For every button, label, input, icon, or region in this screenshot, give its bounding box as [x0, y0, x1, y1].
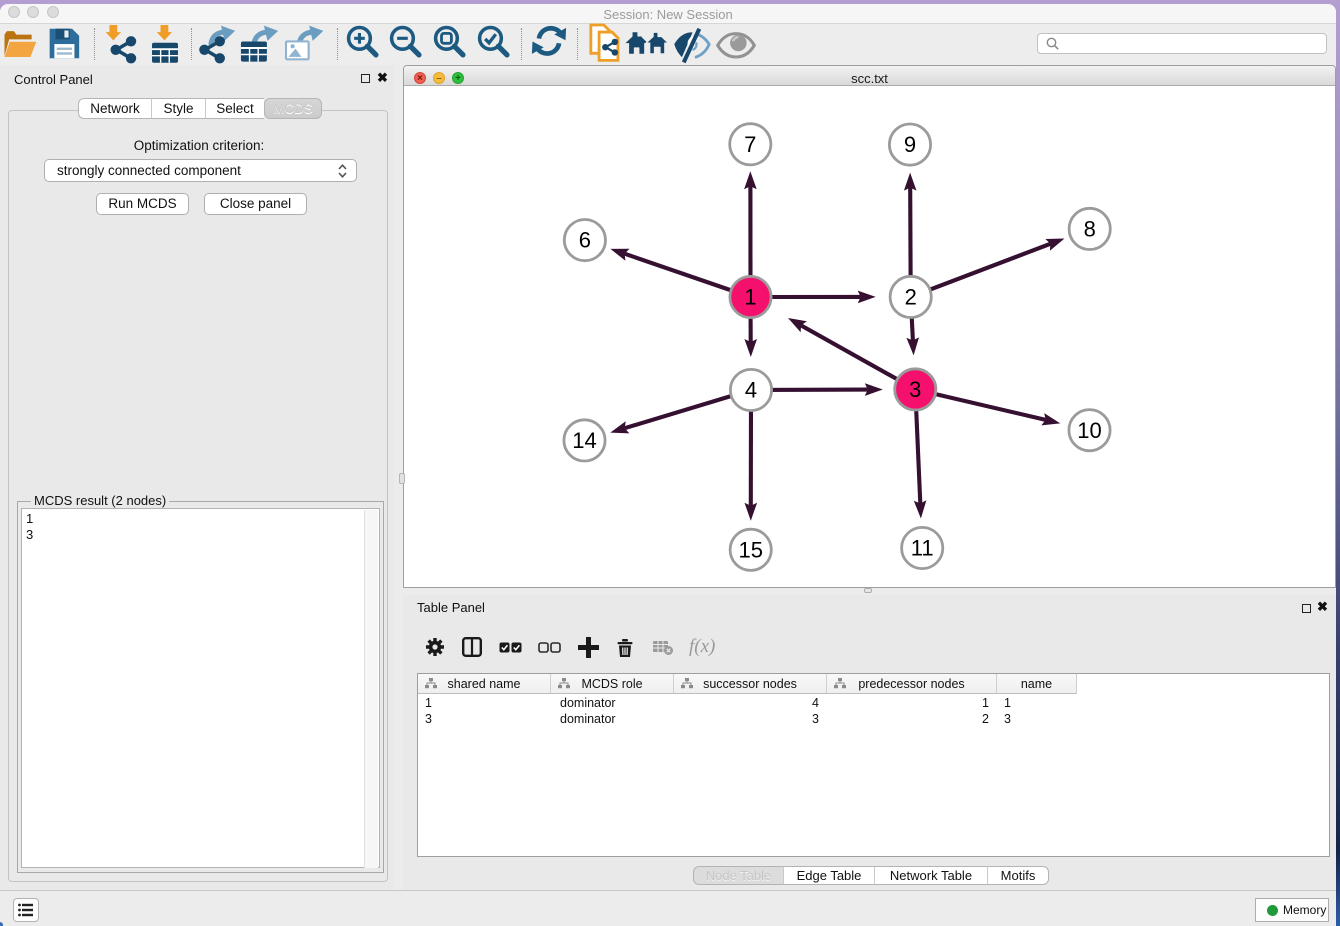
svg-text:2: 2 — [905, 285, 917, 310]
svg-text:3: 3 — [909, 377, 921, 402]
svg-text:1: 1 — [744, 285, 756, 310]
svg-text:15: 15 — [738, 537, 762, 562]
svg-text:7: 7 — [744, 132, 756, 157]
svg-text:8: 8 — [1084, 217, 1096, 242]
svg-text:9: 9 — [904, 132, 916, 157]
svg-text:4: 4 — [745, 378, 757, 403]
svg-text:6: 6 — [579, 228, 591, 253]
svg-text:10: 10 — [1077, 418, 1101, 443]
svg-text:14: 14 — [572, 428, 596, 453]
svg-text:11: 11 — [911, 536, 934, 561]
